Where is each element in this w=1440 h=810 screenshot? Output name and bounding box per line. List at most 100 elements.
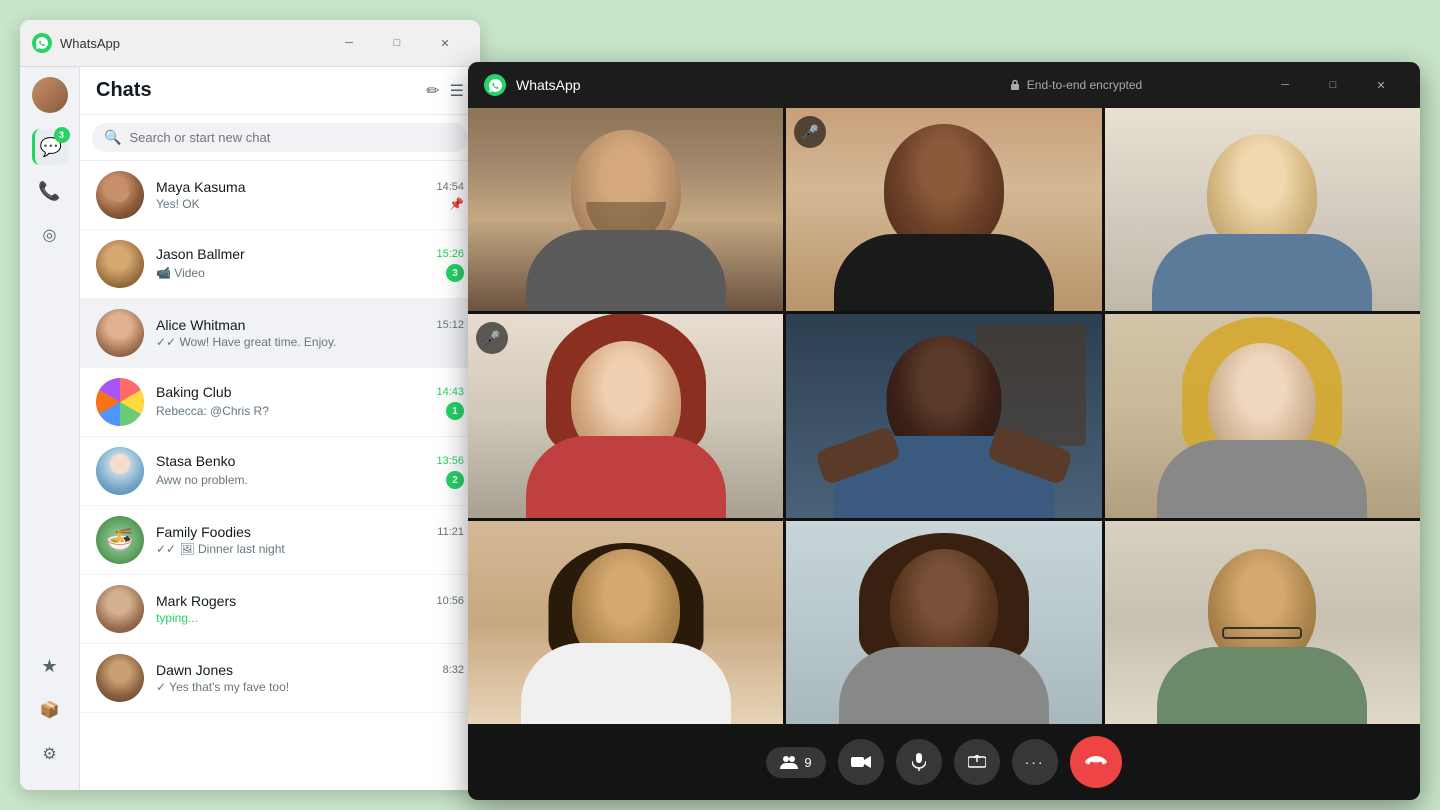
call-window: WhatsApp End-to-end encrypted ─ □ ✕: [468, 62, 1420, 800]
chat-info-mark: Mark Rogers 10:56 typing...: [156, 593, 464, 625]
chat-item-family[interactable]: 🍜 Family Foodies 11:21 ✓✓ 🖼 Dinner last …: [80, 506, 480, 575]
chat-top-mark: Mark Rogers 10:56: [156, 593, 464, 609]
chat-info-family: Family Foodies 11:21 ✓✓ 🖼 Dinner last ni…: [156, 524, 464, 556]
wa-body: 💬 3 📞 ◎ ★ 📦 ⚙ Chats: [20, 67, 480, 790]
end-call-btn[interactable]: [1070, 736, 1122, 788]
video-cell-9: [1105, 521, 1420, 724]
main-win-controls: ─ □ ✕: [326, 28, 468, 58]
main-close-btn[interactable]: ✕: [422, 28, 468, 58]
mic-toggle-btn[interactable]: [896, 739, 942, 785]
chat-item-stasa[interactable]: Stasa Benko 13:56 Aww no problem. 2: [80, 437, 480, 506]
chat-preview-maya: Yes! OK: [156, 197, 200, 211]
chat-bottom-family: ✓✓ 🖼 Dinner last night: [156, 542, 464, 556]
call-title: WhatsApp: [516, 77, 889, 93]
chat-preview-stasa: Aww no problem.: [156, 473, 248, 487]
sidebar-item-settings[interactable]: ⚙: [32, 736, 68, 772]
sidebar-item-calls[interactable]: 📞: [32, 173, 68, 209]
chat-name-jason: Jason Ballmer: [156, 246, 245, 262]
video-grid: 🎤 🎤: [468, 108, 1420, 724]
chat-item-dawn[interactable]: Dawn Jones 8:32 ✓ Yes that's my fave too…: [80, 644, 480, 713]
call-logo: [484, 74, 506, 96]
avatar-mark: [96, 585, 144, 633]
call-win-controls: ─ □ ✕: [1262, 70, 1404, 100]
sidebar-item-archived[interactable]: 📦: [32, 692, 68, 728]
chat-bottom-mark: typing...: [156, 611, 464, 625]
chat-item-alice[interactable]: Alice Whitman 15:12 ✓✓ Wow! Have great t…: [80, 299, 480, 368]
chat-info-dawn: Dawn Jones 8:32 ✓ Yes that's my fave too…: [156, 662, 464, 694]
chat-preview-dawn: ✓ Yes that's my fave too!: [156, 680, 289, 694]
avatar-alice: [96, 309, 144, 357]
call-titlebar: WhatsApp End-to-end encrypted ─ □ ✕: [468, 62, 1420, 108]
video-cell-8: [786, 521, 1101, 724]
video-cell-3: [1105, 108, 1420, 311]
chat-top-dawn: Dawn Jones 8:32: [156, 662, 464, 678]
search-icon: 🔍: [104, 129, 121, 146]
main-logo: [32, 33, 52, 53]
chats-badge: 3: [54, 127, 70, 143]
video-cell-5: [786, 314, 1101, 517]
chat-bottom-stasa: Aww no problem. 2: [156, 471, 464, 489]
chat-name-dawn: Dawn Jones: [156, 662, 233, 678]
chat-preview-baking: Rebecca: @Chris R?: [156, 404, 269, 418]
search-bar: 🔍: [80, 115, 480, 161]
sidebar-item-favorites[interactable]: ★: [32, 648, 68, 684]
main-minimize-btn[interactable]: ─: [326, 28, 372, 58]
chat-name-mark: Mark Rogers: [156, 593, 236, 609]
chat-item-maya[interactable]: Maya Kasuma 14:54 Yes! OK 📌: [80, 161, 480, 230]
chat-time-dawn: 8:32: [443, 664, 464, 676]
main-maximize-btn[interactable]: □: [374, 28, 420, 58]
new-chat-icon[interactable]: ✏: [426, 81, 439, 101]
chat-info-jason: Jason Ballmer 15:26 📹 Video 3: [156, 246, 464, 282]
chat-time-mark: 10:56: [436, 595, 464, 607]
chat-preview-family: ✓✓ 🖼 Dinner last night: [156, 542, 285, 556]
chat-name-stasa: Stasa Benko: [156, 453, 235, 469]
unread-baking: 1: [446, 402, 464, 420]
chat-top-baking: Baking Club 14:43: [156, 384, 464, 400]
call-minimize-btn[interactable]: ─: [1262, 70, 1308, 100]
video-cell-2: 🎤: [786, 108, 1101, 311]
chat-info-stasa: Stasa Benko 13:56 Aww no problem. 2: [156, 453, 464, 489]
avatar-stasa: [96, 447, 144, 495]
pin-icon-maya: 📌: [449, 197, 464, 211]
call-close-btn[interactable]: ✕: [1358, 70, 1404, 100]
participants-btn[interactable]: 9: [766, 747, 825, 778]
chat-bottom-jason: 📹 Video 3: [156, 264, 464, 282]
video-toggle-btn[interactable]: [838, 739, 884, 785]
sidebar: 💬 3 📞 ◎ ★ 📦 ⚙: [20, 67, 80, 790]
chat-name-baking: Baking Club: [156, 384, 232, 400]
call-controls: 9 ···: [468, 724, 1420, 800]
chat-panel: Chats ✏ ☰ 🔍: [80, 67, 480, 790]
search-input-wrap: 🔍: [92, 123, 468, 152]
encryption-text: End-to-end encrypted: [1027, 78, 1142, 92]
search-input[interactable]: [129, 130, 456, 145]
chat-header-icons: ✏ ☰: [426, 81, 464, 101]
video-cell-1: [468, 108, 783, 311]
main-title: WhatsApp: [60, 36, 326, 51]
sidebar-item-chats[interactable]: 💬 3: [32, 129, 68, 165]
avatar-baking: [96, 378, 144, 426]
chat-bottom-alice: ✓✓ Wow! Have great time. Enjoy.: [156, 335, 464, 349]
chat-item-jason[interactable]: Jason Ballmer 15:26 📹 Video 3: [80, 230, 480, 299]
chat-item-mark[interactable]: Mark Rogers 10:56 typing...: [80, 575, 480, 644]
chat-info-baking: Baking Club 14:43 Rebecca: @Chris R? 1: [156, 384, 464, 420]
call-maximize-btn[interactable]: □: [1310, 70, 1356, 100]
chat-time-baking: 14:43: [436, 386, 464, 398]
chat-top-jason: Jason Ballmer 15:26: [156, 246, 464, 262]
sidebar-item-status[interactable]: ◎: [32, 217, 68, 253]
avatar-maya: [96, 171, 144, 219]
chat-name-family: Family Foodies: [156, 524, 251, 540]
more-options-btn[interactable]: ···: [1012, 739, 1058, 785]
chat-item-baking[interactable]: Baking Club 14:43 Rebecca: @Chris R? 1: [80, 368, 480, 437]
call-encryption-info: End-to-end encrypted: [889, 78, 1262, 92]
my-avatar[interactable]: [32, 77, 68, 113]
chat-time-stasa: 13:56: [436, 455, 464, 467]
avatar-family: 🍜: [96, 516, 144, 564]
filter-icon[interactable]: ☰: [450, 81, 464, 101]
chat-name-maya: Maya Kasuma: [156, 179, 245, 195]
share-screen-btn[interactable]: [954, 739, 1000, 785]
avatar-jason: [96, 240, 144, 288]
chats-title: Chats: [96, 79, 426, 102]
main-titlebar: WhatsApp ─ □ ✕: [20, 20, 480, 67]
chat-info-maya: Maya Kasuma 14:54 Yes! OK 📌: [156, 179, 464, 211]
video-cell-6: [1105, 314, 1420, 517]
